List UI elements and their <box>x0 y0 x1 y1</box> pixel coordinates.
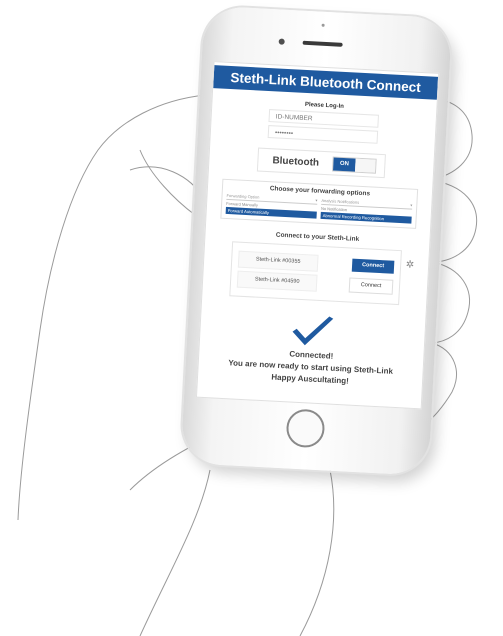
device-name: Steth-Link #00355 <box>237 250 319 272</box>
analysis-notifications-select[interactable]: Analysis Notifications ▾ No Notification … <box>320 197 413 224</box>
phone-body: Steth-Link Bluetooth Connect Please Log-… <box>180 5 453 476</box>
home-button[interactable] <box>285 408 326 449</box>
app-title: Steth-Link Bluetooth Connect <box>213 65 439 100</box>
toggle-on-label: ON <box>333 156 356 172</box>
earpiece-speaker <box>302 40 343 47</box>
toggle-off-part <box>355 158 376 173</box>
device-name: Steth-Link #04590 <box>236 270 318 292</box>
loading-spinner-icon: ✲ <box>405 259 415 271</box>
checkmark-icon <box>292 316 334 346</box>
connect-button-active[interactable]: Connect <box>351 258 395 274</box>
device-list: Steth-Link #00355 Connect Steth-Link #04… <box>229 241 414 306</box>
chevron-down-icon: ▾ <box>315 197 318 203</box>
proximity-sensor <box>321 23 325 27</box>
bluetooth-row: Bluetooth ON <box>256 147 386 179</box>
analysis-notifications-header: Analysis Notifications <box>321 197 360 205</box>
connect-button[interactable]: Connect <box>348 277 394 295</box>
forwarding-option-header: Forwarding Option <box>226 192 260 200</box>
bluetooth-toggle[interactable]: ON <box>331 155 377 174</box>
forwarding-option-select[interactable]: Forwarding Option ▾ Forward Manually Forw… <box>225 192 318 219</box>
front-camera-icon <box>278 38 285 45</box>
password-field[interactable]: •••••••• <box>267 125 379 144</box>
bluetooth-label: Bluetooth <box>272 154 320 169</box>
app-screen: Steth-Link Bluetooth Connect Please Log-… <box>195 61 440 410</box>
forwarding-options-panel: Choose your forwarding options Forwardin… <box>220 178 419 229</box>
phone-device: Steth-Link Bluetooth Connect Please Log-… <box>180 5 464 489</box>
chevron-down-icon: ▾ <box>410 202 413 208</box>
